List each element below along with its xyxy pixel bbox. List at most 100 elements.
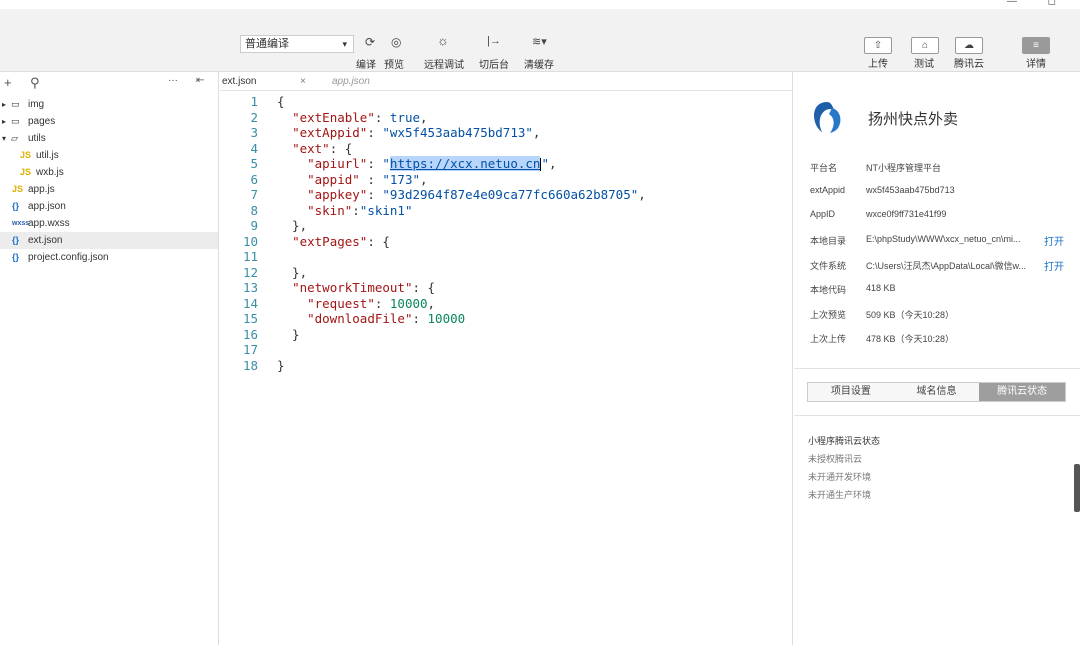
app-name: 扬州快点外卖 bbox=[868, 111, 959, 128]
preview-button[interactable]: 预览 bbox=[384, 56, 404, 71]
tree-item-project-config-json[interactable]: {} project.config.json bbox=[0, 249, 218, 266]
more-icon[interactable]: ··· bbox=[168, 75, 178, 86]
test-button[interactable]: 测试 bbox=[914, 55, 934, 70]
info-key: AppID bbox=[810, 209, 836, 219]
code-value: true bbox=[389, 109, 421, 125]
divider bbox=[794, 415, 1080, 416]
info-key: 平台名 bbox=[810, 163, 838, 173]
open-file-system-link[interactable]: 打开 bbox=[1044, 258, 1064, 273]
json-file-icon: {} bbox=[12, 201, 20, 211]
code-value: "wx5f453aab475bd713" bbox=[382, 125, 533, 140]
tab-app-json[interactable]: app.json bbox=[332, 72, 370, 91]
search-icon[interactable]: ⚲ bbox=[30, 75, 40, 91]
status-title: 小程序腾讯云状态 bbox=[808, 436, 881, 446]
add-icon[interactable]: + bbox=[4, 75, 12, 90]
compile-mode-value: 普通编译 bbox=[245, 38, 289, 50]
bug-icon[interactable]: ☼ bbox=[437, 33, 449, 48]
info-value: wxce0f9ff731e41f99 bbox=[866, 209, 947, 219]
divider bbox=[794, 368, 1080, 369]
line-number: 9 bbox=[250, 218, 258, 233]
code-key: "extPages" bbox=[292, 233, 368, 249]
explorer-header: + ⚲ ··· ⇤ bbox=[0, 72, 218, 96]
compile-mode-select[interactable]: 普通编译 ▾ bbox=[240, 35, 354, 53]
toolbar: 普通编译 ▾ ⟳ ◎ ☼ |→ ≋▾ 编译 预览 远程调试 切后台 清缓存 ⇧ … bbox=[0, 9, 1080, 72]
info-key: 本地代码 bbox=[810, 285, 847, 295]
line-number: 7 bbox=[250, 187, 258, 202]
status-line: 未开通开发环境 bbox=[808, 472, 872, 482]
info-key: extAppid bbox=[810, 185, 846, 195]
tree-item-util-js[interactable]: JS util.js bbox=[0, 147, 218, 164]
tab-project-settings[interactable]: 项目设置 bbox=[808, 383, 894, 401]
tree-item-wxb-js[interactable]: JS wxb.js bbox=[0, 164, 218, 181]
selected-url[interactable]: https://xcx.netuo.cn bbox=[389, 156, 541, 171]
collapse-icon[interactable]: ⇤ bbox=[196, 75, 204, 86]
compile-button[interactable]: 编译 bbox=[356, 56, 376, 71]
info-key: 文件系统 bbox=[810, 261, 847, 271]
line-number: 8 bbox=[250, 202, 258, 218]
editor-tabs: ext.json × app.json bbox=[220, 72, 792, 91]
eye-icon[interactable]: ◎ bbox=[391, 35, 401, 49]
folder-icon: ▭ bbox=[11, 99, 20, 109]
refresh-icon[interactable]: ⟳ bbox=[365, 35, 375, 49]
menu-icon[interactable]: ≡ bbox=[1022, 37, 1050, 54]
open-local-dir-link[interactable]: 打开 bbox=[1044, 233, 1064, 248]
json-file-icon: {} bbox=[12, 235, 20, 245]
clear-cache-icon[interactable]: ≋▾ bbox=[532, 35, 547, 48]
scrollbar[interactable] bbox=[1074, 464, 1080, 512]
code-key: "skin" bbox=[307, 202, 353, 218]
status-line: 未授权腾讯云 bbox=[808, 454, 863, 464]
info-key: 本地目录 bbox=[810, 236, 847, 246]
code-value: "skin1" bbox=[359, 202, 413, 218]
tree-item-ext-json[interactable]: {} ext.json bbox=[0, 232, 218, 249]
info-key: 上次预览 bbox=[810, 310, 847, 320]
info-value: 418 KB bbox=[866, 283, 896, 293]
tree-item-label: app.js bbox=[28, 184, 55, 195]
line-number: 16 bbox=[242, 326, 258, 342]
details-tabs: 项目设置 域名信息 腾讯云状态 bbox=[807, 382, 1066, 402]
info-value: C:\Users\汪凤杰\AppData\Local\微信w... bbox=[866, 261, 1027, 271]
info-value: E:\phpStudy\WWW\xcx_netuo_cn\mi... bbox=[866, 234, 1021, 244]
tree-item-label: app.json bbox=[28, 201, 66, 212]
tree-item-label: project.config.json bbox=[28, 252, 109, 263]
details-button[interactable]: 详情 bbox=[1026, 55, 1046, 70]
close-icon[interactable]: × bbox=[300, 72, 306, 91]
line-number: 14 bbox=[242, 295, 258, 311]
tencent-cloud-button[interactable]: 腾讯云 bbox=[954, 55, 984, 70]
tree-item-img[interactable]: ▸ ▭ img bbox=[0, 96, 218, 113]
upload-button[interactable]: 上传 bbox=[868, 55, 888, 70]
tree-item-label: pages bbox=[28, 116, 56, 127]
chevron-right-icon: ▸ bbox=[2, 100, 7, 109]
tree-item-pages[interactable]: ▸ ▭ pages bbox=[0, 113, 218, 130]
clear-cache-button[interactable]: 清缓存 bbox=[524, 56, 554, 71]
code-key: "networkTimeout" bbox=[292, 280, 413, 295]
info-value: NT小程序管理平台 bbox=[866, 163, 941, 173]
line-number: 10 bbox=[242, 233, 258, 249]
window-controls[interactable]: — ◻ bbox=[1007, 0, 1070, 7]
cloud-icon[interactable]: ☁ bbox=[955, 37, 983, 54]
tree-item-label: wxb.js bbox=[36, 167, 64, 178]
upload-icon[interactable]: ⇧ bbox=[864, 37, 892, 54]
tab-domain-info[interactable]: 域名信息 bbox=[894, 383, 980, 401]
line-number: 15 bbox=[242, 311, 258, 326]
code-key: "appid" bbox=[307, 171, 360, 187]
tree-item-app-js[interactable]: JS app.js bbox=[0, 181, 218, 198]
code-key: "request" bbox=[307, 295, 375, 311]
tab-ext-json[interactable]: ext.json bbox=[222, 72, 256, 91]
tree-item-app-json[interactable]: {} app.json bbox=[0, 198, 218, 215]
code-value: 10000 bbox=[389, 295, 428, 311]
json-file-icon: {} bbox=[12, 252, 20, 262]
js-file-icon: JS bbox=[20, 167, 32, 177]
chevron-down-icon: ▾ bbox=[342, 39, 347, 49]
line-number: 12 bbox=[242, 264, 258, 280]
tab-tencent-cloud-status[interactable]: 腾讯云状态 bbox=[979, 383, 1066, 401]
line-number: 4 bbox=[250, 140, 258, 156]
switch-background-button[interactable]: 切后台 bbox=[479, 56, 509, 71]
tree-item-utils[interactable]: ▾ ▱ utils bbox=[0, 130, 218, 147]
switch-background-icon[interactable]: |→ bbox=[487, 35, 501, 47]
code-value: 10000 bbox=[427, 311, 466, 326]
js-file-icon: JS bbox=[20, 150, 32, 160]
tree-item-app-wxss[interactable]: wxss app.wxss bbox=[0, 215, 218, 232]
title-bar: — ◻ bbox=[0, 0, 1080, 9]
remote-debug-button[interactable]: 远程调试 bbox=[424, 56, 464, 71]
test-icon[interactable]: ⌂ bbox=[911, 37, 939, 54]
